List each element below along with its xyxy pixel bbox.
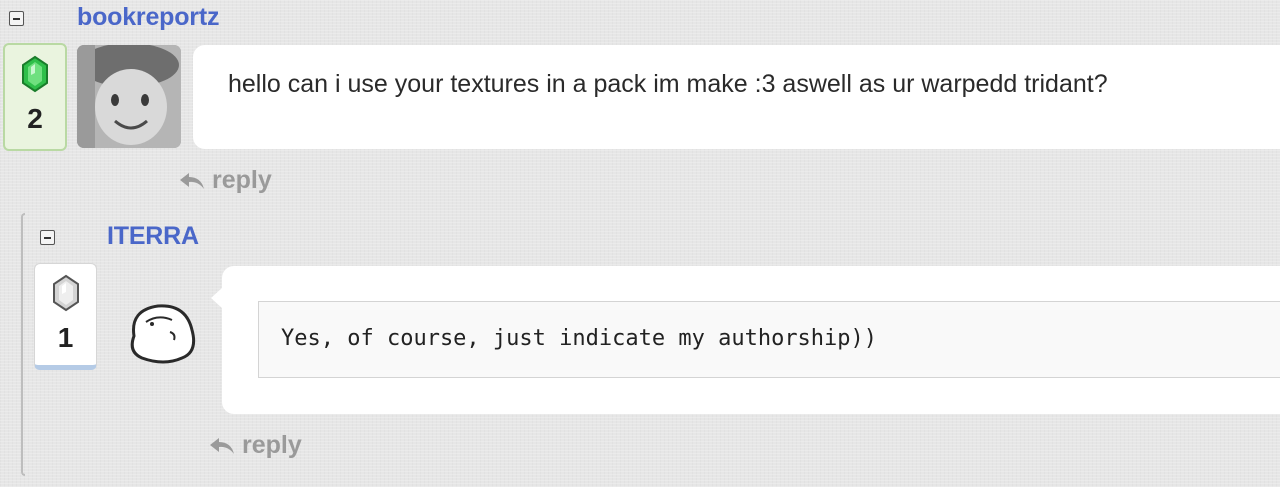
collapse-toggle[interactable]: [40, 230, 55, 245]
comment-username[interactable]: ITERRA: [107, 222, 199, 251]
vote-count: 2: [27, 103, 43, 134]
thread-line: [21, 213, 25, 476]
avatar: [77, 45, 181, 148]
reply-label: reply: [212, 166, 272, 194]
reply-label: reply: [242, 431, 302, 459]
comment-text: hello can i use your textures in a pack …: [228, 70, 1108, 98]
vote-count: 1: [57, 322, 74, 353]
avatar: [124, 300, 200, 366]
emerald-gem-icon: [22, 55, 48, 93]
reply-arrow-icon: [210, 437, 234, 454]
comment-text: Yes, of course, just indicate my authors…: [281, 326, 878, 351]
code-block: Yes, of course, just indicate my authors…: [258, 301, 1280, 378]
reply-button[interactable]: reply: [178, 166, 272, 195]
collapse-toggle[interactable]: [9, 11, 24, 26]
silver-gem-icon: [52, 274, 79, 312]
vote-box[interactable]: 1: [34, 263, 97, 370]
reply-button[interactable]: reply: [208, 431, 302, 460]
reply-arrow-icon: [180, 172, 204, 189]
comment-username[interactable]: bookreportz: [77, 3, 219, 32]
vote-box[interactable]: 2: [3, 43, 67, 151]
